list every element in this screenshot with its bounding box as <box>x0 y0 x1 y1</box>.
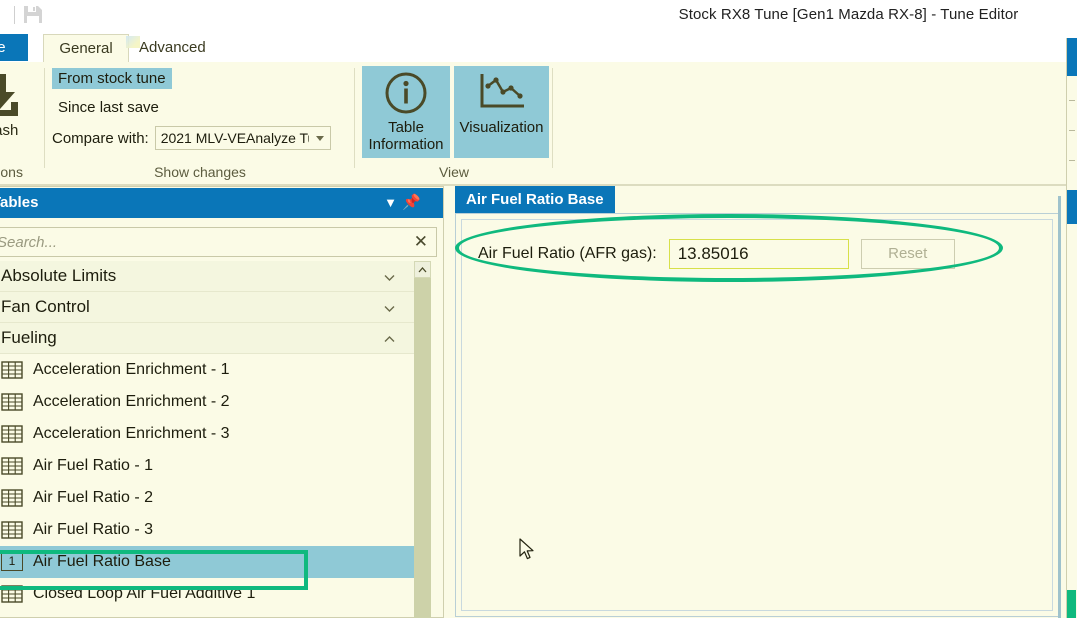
editor-tab-air-fuel-ratio-base[interactable]: Air Fuel Ratio Base <box>455 186 615 213</box>
tables-tree: Absolute Limits Fan Control Fueling Acceler… <box>0 261 437 618</box>
table-grid-icon <box>1 425 23 443</box>
tree-table-label: Air Fuel Ratio - 1 <box>33 457 153 475</box>
tree-group-label: Fan Control <box>1 297 90 317</box>
tree-table-label: Air Fuel Ratio Base <box>33 553 171 571</box>
reset-button[interactable]: Reset <box>861 239 955 269</box>
chevron-down-icon[interactable] <box>384 270 395 281</box>
info-circle-icon <box>363 67 449 119</box>
tables-panel: Tables ▼ 📌 Search... ✕ Absolute Limits Fa… <box>0 186 444 618</box>
visualization-label: Visualization <box>455 119 548 136</box>
app-window: Stock RX8 Tune [Gen1 Mazda RX-8] - Tune … <box>0 0 1077 618</box>
ribbon-divider-2 <box>354 68 355 168</box>
tree-table-label: Acceleration Enrichment - 1 <box>33 361 230 379</box>
title-bar: Stock RX8 Tune [Gen1 Mazda RX-8] - Tune … <box>0 0 1077 34</box>
chevron-down-icon <box>316 136 324 141</box>
ribbon-group-actions-label: Actions <box>0 164 44 180</box>
tree-table-row[interactable]: Air Fuel Ratio - 2 <box>0 482 419 514</box>
tree-group-row[interactable]: Fan Control <box>0 292 419 323</box>
close-x-icon[interactable]: ✕ <box>414 232 436 252</box>
right-panel-tab-secondary[interactable] <box>1067 190 1077 224</box>
ribbon-divider-3 <box>552 68 553 168</box>
ribbon-group-view-label: View <box>356 164 552 180</box>
tree-table-label: Acceleration Enrichment - 3 <box>33 425 230 443</box>
ribbon-tab-strip: Tune General Advanced <box>0 34 1077 63</box>
table-grid-icon <box>1 393 23 411</box>
tables-panel-title: Tables <box>0 194 38 211</box>
chevron-down-icon[interactable]: ▼ <box>384 196 397 210</box>
right-panel-row-line <box>1069 130 1075 131</box>
editor-body: Air Fuel Ratio (AFR gas): 13.85016 Reset <box>455 213 1059 617</box>
afr-field-row: Air Fuel Ratio (AFR gas): 13.85016 Reset <box>478 239 955 269</box>
tree-table-row[interactable]: Air Fuel Ratio - 3 <box>0 514 419 546</box>
scrollbar-thumb[interactable] <box>414 279 431 579</box>
line-chart-icon <box>455 67 548 119</box>
right-docked-panel <box>1066 38 1077 618</box>
tree-table-row[interactable]: Air Fuel Ratio - 1 <box>0 450 419 482</box>
flash-button-label: Flash <box>0 122 44 139</box>
afr-field-label: Air Fuel Ratio (AFR gas): <box>478 245 657 263</box>
tables-tree-list: Absolute Limits Fan Control Fueling Acceler… <box>0 261 419 618</box>
tree-table-label: Acceleration Enrichment - 2 <box>33 393 230 411</box>
tree-group-label: Absolute Limits <box>1 266 116 286</box>
table-grid-icon <box>1 489 23 507</box>
editor-panel: Air Fuel Ratio Base Air Fuel Ratio (AFR … <box>452 186 1064 618</box>
tree-table-row[interactable]: 1 Air Fuel Ratio Base <box>0 546 419 578</box>
scalar-one-icon: 1 <box>1 553 23 571</box>
ribbon-group-view: Table Information Visualization Vi <box>356 62 552 184</box>
ribbon-group-actions: Flash Actions <box>0 62 44 184</box>
table-grid-icon <box>1 361 23 379</box>
afr-value-input[interactable]: 13.85016 <box>669 239 849 269</box>
ribbon-divider-1 <box>44 68 45 168</box>
chevron-down-icon[interactable] <box>384 301 395 312</box>
right-panel-tab[interactable] <box>1067 38 1077 76</box>
tree-table-row[interactable]: Acceleration Enrichment - 2 <box>0 386 419 418</box>
search-input[interactable]: Search... ✕ <box>0 227 437 257</box>
tree-table-row[interactable]: Closed Loop Air Fuel Additive 1 <box>0 578 419 610</box>
table-information-label: Table Information <box>363 119 449 153</box>
search-placeholder: Search... <box>0 234 414 251</box>
since-last-save-option[interactable]: Since last save <box>52 97 165 118</box>
ribbon-group-show-changes: From stock tune Since last save Compare … <box>46 62 354 184</box>
flash-download-icon <box>0 72 23 120</box>
tree-table-row[interactable]: Acceleration Enrichment - 1 <box>0 354 419 386</box>
table-grid-icon <box>1 457 23 475</box>
editor-content: Air Fuel Ratio (AFR gas): 13.85016 Reset <box>461 219 1053 611</box>
tree-table-row[interactable]: Acceleration Enrichment - 3 <box>0 418 419 450</box>
pin-icon[interactable]: 📌 <box>402 196 421 210</box>
ribbon-tab-tune[interactable]: Tune <box>0 34 28 61</box>
tree-group-row[interactable]: Fueling <box>0 323 419 354</box>
flash-button[interactable]: Flash <box>0 66 44 158</box>
from-stock-tune-option[interactable]: From stock tune <box>52 68 172 89</box>
editor-right-border <box>1058 196 1061 618</box>
annotation-marker-right <box>1067 590 1076 618</box>
chevron-up-icon <box>418 267 427 273</box>
tables-panel-header: Tables ▼ 📌 <box>0 188 443 218</box>
right-panel-row-line <box>1069 100 1075 101</box>
tables-scrollbar[interactable] <box>414 261 431 618</box>
compare-with-row: Compare with: 2021 MLV-VEAnalyze Tu <box>52 126 331 150</box>
window-title-text: Stock RX8 Tune [Gen1 Mazda RX-8] - Tune … <box>679 6 1019 23</box>
tree-table-label: Air Fuel Ratio - 2 <box>33 489 153 507</box>
ribbon-group-show-changes-label: Show changes <box>46 164 354 180</box>
right-panel-row-line <box>1069 160 1075 161</box>
table-grid-icon <box>1 585 23 603</box>
ribbon-tab-general[interactable]: General <box>43 34 129 63</box>
ribbon-tab-advanced[interactable]: Advanced <box>131 34 214 61</box>
table-information-button[interactable]: Table Information <box>362 66 450 158</box>
compare-with-label: Compare with: <box>52 130 149 147</box>
tab-overlay-artifact <box>126 36 140 48</box>
scrollbar-up-button[interactable] <box>414 261 431 278</box>
tree-group-label: Fueling <box>1 328 57 348</box>
ribbon: Flash Actions From stock tune Since last… <box>0 62 1077 186</box>
compare-with-dropdown[interactable]: 2021 MLV-VEAnalyze Tu <box>155 126 331 150</box>
window-title: Stock RX8 Tune [Gen1 Mazda RX-8] - Tune … <box>0 6 1077 23</box>
tree-group-row[interactable]: Absolute Limits <box>0 261 419 292</box>
tree-table-label: Closed Loop Air Fuel Additive 1 <box>33 585 255 603</box>
tree-table-label: Air Fuel Ratio - 3 <box>33 521 153 539</box>
compare-with-value: 2021 MLV-VEAnalyze Tu <box>156 130 309 146</box>
visualization-button[interactable]: Visualization <box>454 66 549 158</box>
table-grid-icon <box>1 521 23 539</box>
chevron-up-icon[interactable] <box>384 332 395 343</box>
